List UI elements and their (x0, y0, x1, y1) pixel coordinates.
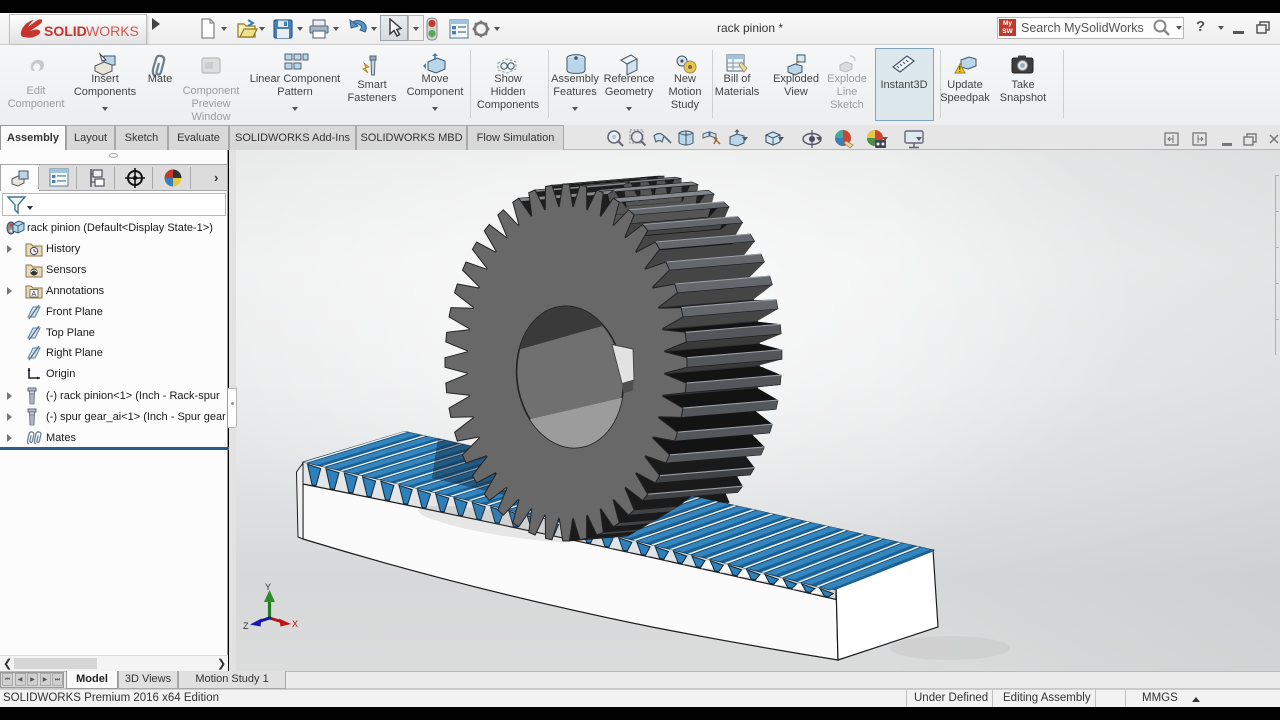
svg-text:X: X (292, 619, 298, 629)
svg-text:WORKS: WORKS (86, 23, 139, 39)
svg-text:SOLID: SOLID (44, 23, 87, 39)
svg-text:A: A (32, 291, 37, 298)
svg-text:!: ! (959, 65, 962, 74)
svg-text:Z: Z (243, 621, 249, 631)
svg-text:Y: Y (265, 582, 271, 592)
